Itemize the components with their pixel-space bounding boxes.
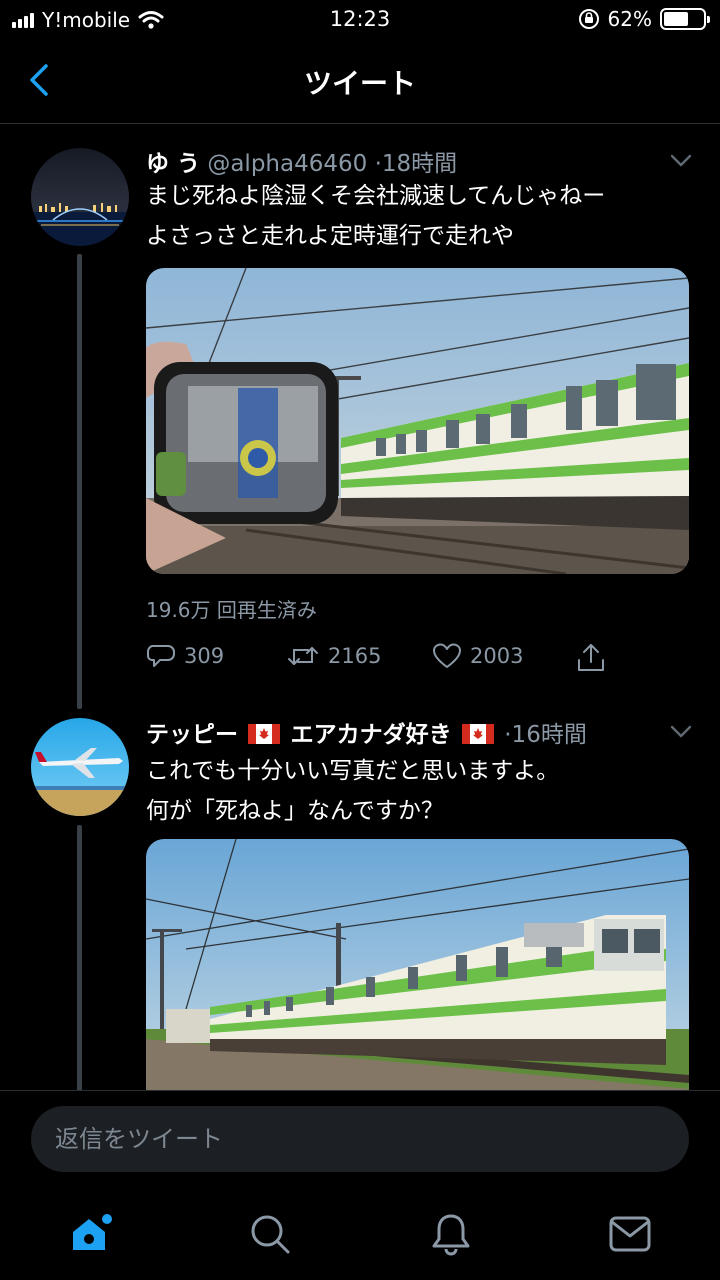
thread-line: [77, 254, 82, 709]
display-name-suffix[interactable]: エアカナダ好き: [291, 722, 452, 748]
home-icon[interactable]: [69, 1212, 113, 1256]
notifications-icon[interactable]: [429, 1212, 473, 1256]
reply-button[interactable]: 309: [146, 642, 224, 670]
display-name[interactable]: ゆ う: [146, 151, 200, 177]
like-button[interactable]: 2003: [432, 642, 523, 670]
tweet-header: ゆ う @alpha46460 ·18時間: [146, 144, 457, 178]
tweet-header: テッピー エアカナダ好き ·16時間: [146, 715, 587, 749]
reply-count: 309: [184, 644, 225, 668]
page-title: ツイート: [303, 67, 416, 100]
chevron-down-icon[interactable]: [670, 154, 692, 168]
search-icon[interactable]: [248, 1212, 292, 1256]
avatar[interactable]: [31, 718, 129, 816]
tweet-photo[interactable]: [146, 839, 689, 1091]
retweet-icon: [288, 647, 318, 665]
tweet-actions: 309 2165 2003: [146, 642, 616, 678]
avatar[interactable]: [31, 148, 129, 246]
thread-line: [77, 825, 82, 1095]
share-button[interactable]: [576, 642, 606, 674]
user-handle[interactable]: @alpha46460: [207, 151, 367, 177]
battery-icon: [660, 8, 710, 30]
tweet-time: ·18時間: [374, 151, 458, 177]
canada-flag-icon: [248, 724, 281, 744]
like-count: 2003: [470, 644, 524, 668]
retweet-count: 2165: [328, 644, 382, 668]
display-name[interactable]: テッピー: [146, 722, 238, 748]
messages-icon[interactable]: [608, 1212, 652, 1256]
orientation-lock-icon: [578, 9, 599, 29]
top-nav: ツイート: [0, 40, 720, 124]
tweet-text: まじ死ねよ陰湿くそ会社減速してんじゃねー よさっさと走れよ定時運行で走れや: [146, 183, 606, 249]
tweet-2[interactable]: テッピー エアカナダ好き ·16時間 これでも十分いい写真だと思いますよ。 何が…: [0, 695, 720, 1095]
tweet-video[interactable]: [146, 268, 689, 574]
reply-bar: 返信をツイート: [0, 1090, 720, 1190]
tab-bar: [0, 1190, 720, 1280]
tweet-1[interactable]: ゆ う @alpha46460 ·18時間 まじ死ねよ陰湿くそ会社減速してんじゃ…: [0, 124, 720, 714]
share-icon: [578, 644, 604, 671]
chevron-down-icon[interactable]: [670, 725, 692, 739]
status-bar: Y!mobile 12:23 62%: [0, 0, 720, 40]
retweet-button[interactable]: 2165: [286, 642, 381, 670]
battery-percent: 62%: [607, 7, 652, 31]
reply-input[interactable]: 返信をツイート: [31, 1106, 689, 1172]
heart-icon: [433, 643, 461, 668]
train-video-thumbnail: [146, 268, 689, 574]
train-photo: [146, 839, 689, 1091]
tweet-text: これでも十分いい写真だと思いますよ。 何が「死ねよ」なんですか？: [146, 758, 560, 824]
reply-icon: [147, 645, 175, 667]
view-count: 19.6万 回再生済み: [146, 598, 317, 622]
canada-flag-icon: [461, 724, 494, 744]
tweet-time: ·16時間: [504, 722, 587, 748]
